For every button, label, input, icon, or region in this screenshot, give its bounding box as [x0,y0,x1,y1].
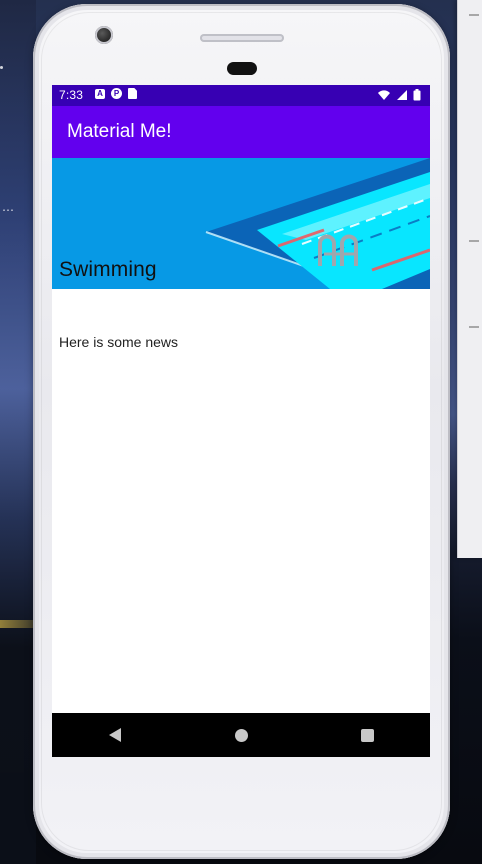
recents-icon [360,728,374,742]
status-bar: 7:33 A P [52,85,430,106]
p-icon: P [111,88,122,99]
home-icon [234,728,248,742]
back-button[interactable] [95,720,135,750]
front-camera [95,26,113,44]
card-title: Swimming [59,258,157,281]
a-icon: A [95,88,105,99]
window-decoration-line [469,14,479,16]
proximity-sensor [227,62,257,75]
desktop-background-left: … [0,0,36,864]
desktop-side-window [457,0,482,558]
window-decoration-line [469,326,479,328]
phone-frame: 7:33 A P Material Me! Swimming Here is s… [33,4,450,859]
desktop-highlight [0,620,36,628]
app-bar: Material Me! [52,106,430,158]
desktop-ellipsis: … [2,200,15,214]
status-time: 7:33 [59,88,84,102]
device-screen: 7:33 A P Material Me! Swimming Here is s… [52,85,430,757]
android-nav-bar [52,713,430,757]
notification-icons: A P [95,88,137,99]
system-icons [377,89,421,101]
recents-button[interactable] [347,720,387,750]
battery-icon [413,89,421,101]
app-title: Material Me! [67,121,172,142]
desktop-dot [0,66,3,69]
back-icon [109,728,121,742]
earpiece-speaker [200,34,284,42]
home-button[interactable] [221,720,261,750]
card-content: Here is some news [52,289,430,350]
window-decoration-line [469,240,479,242]
cellular-signal-icon [397,90,407,100]
wifi-icon [378,90,390,100]
sd-card-icon [128,88,137,99]
card-body-text: Here is some news [59,334,179,350]
card-hero-image: Swimming [52,158,430,289]
